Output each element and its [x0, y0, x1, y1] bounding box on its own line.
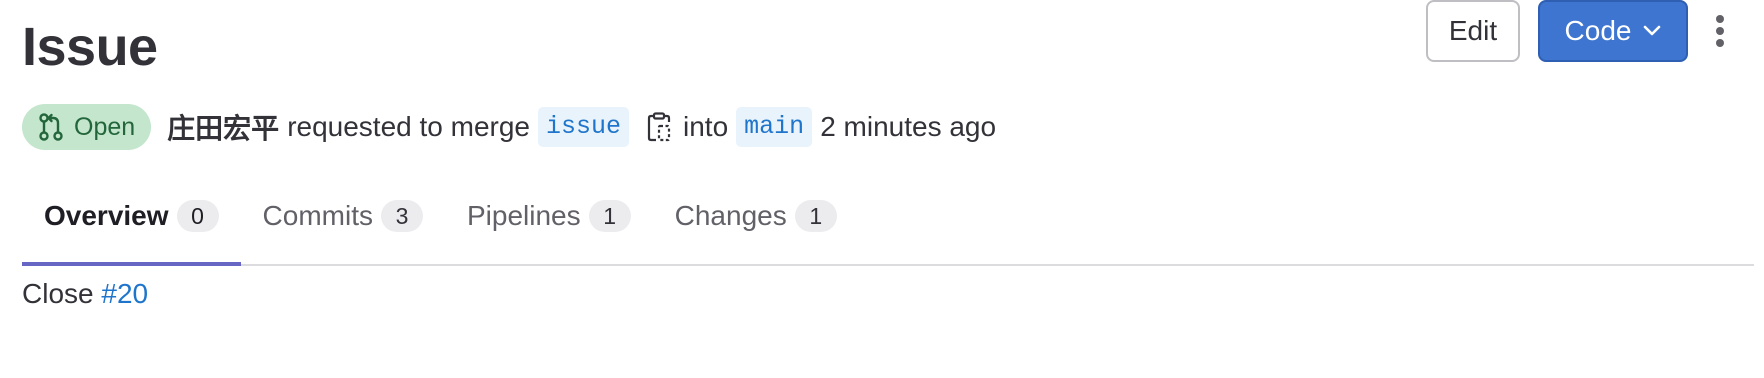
- tab-commits[interactable]: Commits 3: [241, 168, 445, 264]
- status-label: Open: [74, 112, 136, 141]
- tab-count-badge: 1: [588, 200, 631, 232]
- timestamp: 2 minutes ago: [820, 111, 997, 142]
- tab-changes[interactable]: Changes 1: [653, 168, 859, 264]
- description-text: Close: [22, 278, 94, 309]
- code-dropdown-button[interactable]: Code: [1538, 0, 1688, 62]
- tab-pipelines[interactable]: Pipelines 1: [445, 168, 653, 264]
- description: Close #20: [22, 278, 148, 310]
- copy-branch-button[interactable]: [647, 112, 671, 142]
- tab-label: Commits: [262, 200, 373, 231]
- merge-request-tabs: Overview 0 Commits 3 Pipelines 1 Changes…: [22, 168, 1754, 266]
- code-button-label: Code: [1564, 15, 1632, 46]
- tab-label: Overview: [44, 200, 169, 231]
- tab-count-badge: 3: [380, 200, 423, 232]
- chevron-down-icon: [1643, 25, 1661, 37]
- into-text: into: [683, 111, 729, 142]
- copy-to-clipboard-icon: [647, 112, 671, 142]
- target-branch[interactable]: main: [736, 107, 813, 147]
- action-text: requested to merge: [287, 111, 530, 142]
- issue-link[interactable]: #20: [101, 278, 148, 309]
- kebab-vertical-icon: [1714, 14, 1726, 48]
- more-actions-button[interactable]: [1706, 10, 1734, 52]
- page-title: Issue: [22, 17, 158, 77]
- tab-count-badge: 1: [794, 200, 837, 232]
- merge-request-meta: Open 庄田宏平 requested to merge issue into …: [22, 104, 996, 150]
- author-name[interactable]: 庄田宏平: [167, 107, 279, 147]
- source-branch[interactable]: issue: [538, 107, 630, 147]
- tab-label: Changes: [674, 200, 787, 231]
- edit-button[interactable]: Edit: [1426, 0, 1520, 62]
- status-badge: Open: [22, 104, 152, 150]
- merge-request-icon: [38, 112, 64, 142]
- tab-overview[interactable]: Overview 0: [22, 168, 241, 266]
- tab-label: Pipelines: [466, 200, 581, 231]
- tab-count-badge: 0: [176, 200, 219, 232]
